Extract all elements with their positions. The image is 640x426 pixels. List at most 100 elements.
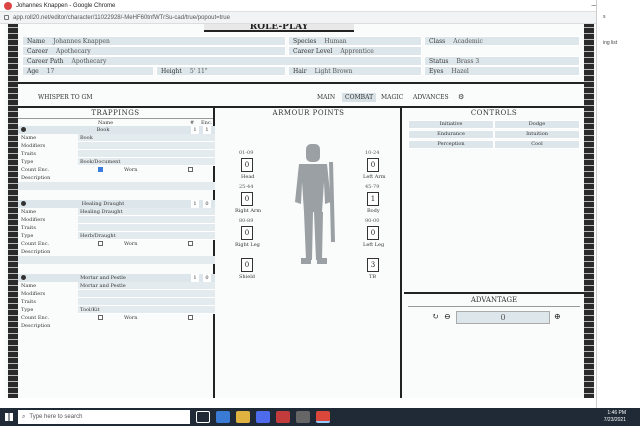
whisper-to-gm-toggle[interactable]: WHISPER TO GM: [38, 94, 93, 101]
left-arm-range: 10-24: [365, 150, 380, 156]
count-enc-checkbox[interactable]: [98, 241, 103, 246]
knight-silhouette-icon: [295, 144, 335, 264]
name-input[interactable]: Book: [78, 134, 215, 142]
right-arm-armour-input[interactable]: 0: [241, 192, 253, 206]
file-explorer-icon[interactable]: [236, 411, 250, 423]
intuition-button[interactable]: Intuition: [494, 130, 580, 139]
body-armour-input[interactable]: 1: [367, 192, 379, 206]
gear-icon[interactable]: ⚙: [458, 93, 464, 101]
count-enc-checkbox[interactable]: [98, 167, 103, 172]
field-row-traits: Traits: [18, 224, 215, 232]
trapping-item: Healing Draught 1 0 Name Healing Draught …: [18, 200, 215, 264]
field-row-type: Type Tool/Kit: [18, 306, 215, 314]
career-level-field[interactable]: Career Level Apprentice: [288, 46, 422, 56]
trapping-qty[interactable]: 1: [191, 274, 199, 282]
eyes-field[interactable]: Eyes Hazel: [424, 66, 580, 76]
hair-field[interactable]: Hair Light Brown: [288, 66, 422, 76]
class-field[interactable]: Class Academic: [424, 36, 580, 46]
worn-checkbox[interactable]: [188, 315, 193, 320]
trapping-qty[interactable]: 1: [191, 200, 199, 208]
decrement-icon[interactable]: ⊖: [444, 312, 451, 322]
left-arm-armour-input[interactable]: 0: [367, 158, 379, 172]
species-field[interactable]: Species Human: [288, 36, 422, 46]
trappings-header: Name # Enc.: [18, 118, 213, 126]
field-row-name: Name Book: [18, 134, 215, 142]
trapping-item-header[interactable]: Book 1 1: [18, 126, 215, 134]
traits-input[interactable]: [78, 224, 215, 232]
tab-main[interactable]: MAIN: [314, 93, 338, 102]
controls-title: CONTROLS: [470, 109, 518, 117]
windows-start-icon[interactable]: [0, 408, 18, 426]
height-field[interactable]: Height 5' 11": [156, 66, 286, 76]
worn-checkbox[interactable]: [188, 167, 193, 172]
trapping-qty[interactable]: 1: [191, 126, 199, 134]
advantage-value[interactable]: 0: [456, 311, 550, 324]
left-leg-armour-input[interactable]: 0: [367, 226, 379, 240]
field-row-modifiers: Modifiers: [18, 142, 215, 150]
body-range: 45-79: [365, 184, 380, 190]
name-field[interactable]: Name Johannes Knappen: [22, 36, 286, 46]
perception-button[interactable]: Perception: [408, 140, 494, 149]
trapping-title: Mortar and Pestle: [80, 275, 126, 281]
url-text[interactable]: app.roll20.net/editor/character/11022928…: [13, 15, 230, 21]
background-window-strip: s ing list: [596, 0, 640, 408]
store-icon[interactable]: [256, 411, 270, 423]
tab-magic[interactable]: MAGIC: [378, 93, 406, 102]
increment-icon[interactable]: ⊕: [554, 312, 561, 322]
trappings-panel: TRAPPINGS Name # Enc. Book 1 1 Name Book …: [18, 108, 215, 398]
modifiers-input[interactable]: [78, 216, 215, 224]
taskbar-app-icon[interactable]: [296, 411, 310, 423]
type-select[interactable]: Herb/Draught: [78, 232, 215, 240]
left-leg-range: 90-00: [365, 218, 380, 224]
chrome-icon[interactable]: [316, 411, 330, 423]
system-clock[interactable]: 1:46 PM 7/23/2021: [604, 410, 626, 424]
field-row-type: Type Herb/Draught: [18, 232, 215, 240]
info-row-4: Age 17 Height 5' 11" Hair Light Brown Eyes H…: [22, 66, 580, 76]
modifiers-input[interactable]: [78, 290, 215, 298]
tab-advances[interactable]: ADVANCES: [410, 93, 452, 102]
trapping-title: Healing Draught: [81, 201, 125, 207]
edge-icon[interactable]: [216, 411, 230, 423]
trapping-item-header[interactable]: Healing Draught 1 0: [18, 200, 215, 208]
cool-button[interactable]: Cool: [494, 140, 580, 149]
reset-icon[interactable]: ↻: [432, 312, 439, 322]
trapping-item-header[interactable]: Mortar and Pestle 1 0: [18, 274, 215, 282]
office-icon[interactable]: [276, 411, 290, 423]
status-field[interactable]: Status Brass 3: [424, 56, 580, 66]
type-select[interactable]: Book/Document: [78, 158, 215, 166]
name-input[interactable]: Mortar and Pestle: [78, 282, 215, 290]
head-armour-input[interactable]: 0: [241, 158, 253, 172]
type-select[interactable]: Tool/Kit: [78, 306, 215, 314]
item-spacer: [18, 264, 213, 274]
description-input[interactable]: [18, 256, 215, 264]
trapping-title: Book: [96, 127, 110, 133]
traits-input[interactable]: [78, 150, 215, 158]
armour-title: ARMOUR POINTS: [272, 109, 345, 117]
dodge-button[interactable]: Dodge: [494, 120, 580, 129]
age-field[interactable]: Age 17: [22, 66, 154, 76]
name-input[interactable]: Healing Draught: [78, 208, 215, 216]
left-leg-label: Left Leg: [363, 242, 385, 248]
shield-armour-input[interactable]: 0: [241, 258, 253, 272]
right-leg-armour-input[interactable]: 0: [241, 226, 253, 240]
career-path-field[interactable]: Career Path Apothecary: [22, 56, 422, 66]
task-view-icon[interactable]: [196, 411, 210, 423]
modifiers-input[interactable]: [78, 142, 215, 150]
endurance-button[interactable]: Endurance: [408, 130, 494, 139]
sheet-toolbar: WHISPER TO GM MAIN COMBAT MAGIC ADVANCES…: [18, 90, 584, 106]
initiative-button[interactable]: Initiative: [408, 120, 494, 129]
character-sheet: ROLE-PLAY Name Johannes Knappen Species Hu…: [4, 24, 596, 398]
head-label: Head: [241, 174, 255, 180]
worn-checkbox[interactable]: [188, 241, 193, 246]
count-enc-checkbox[interactable]: [98, 315, 103, 320]
trapping-enc[interactable]: 0: [203, 274, 211, 282]
description-input[interactable]: [18, 182, 215, 190]
trapping-enc[interactable]: 1: [203, 126, 211, 134]
trapping-enc[interactable]: 0: [203, 200, 211, 208]
taskbar-search-input[interactable]: ⌕ Type here to search: [18, 410, 190, 424]
tb-input[interactable]: 3: [367, 258, 379, 272]
tab-combat[interactable]: COMBAT: [342, 93, 377, 102]
address-bar[interactable]: app.roll20.net/editor/character/11022928…: [0, 12, 596, 24]
career-field[interactable]: Career Apothecary: [22, 46, 286, 56]
traits-input[interactable]: [78, 298, 215, 306]
